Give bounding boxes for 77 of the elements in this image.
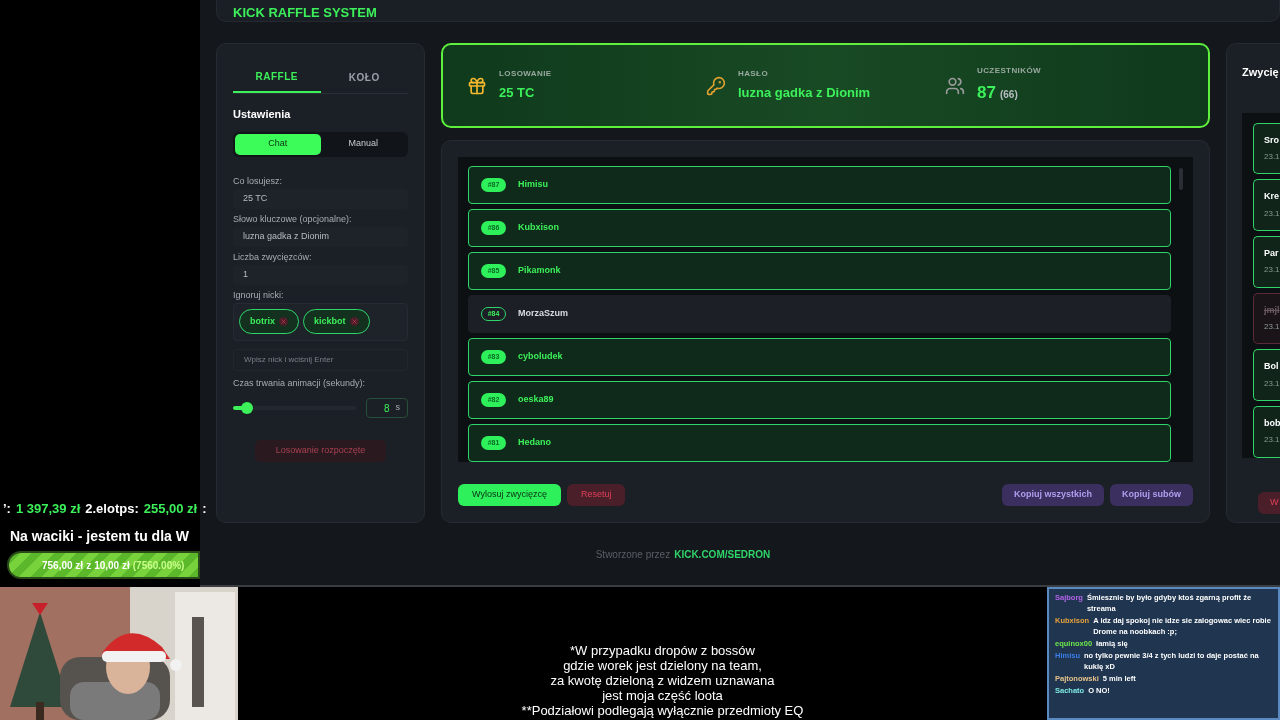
winner-date: 23.1	[1264, 434, 1280, 447]
winner-card[interactable]: Bol 23.1	[1253, 349, 1280, 401]
ticker-label: :	[202, 499, 207, 518]
stat-value: 25 TC	[499, 84, 535, 103]
ticker-label: ’:	[3, 499, 11, 518]
stat-label: HASŁO	[738, 68, 769, 81]
winner-date: 23.1	[1264, 321, 1280, 334]
footer-link[interactable]: KICK.COM/SEDRON	[674, 547, 771, 562]
winner-card[interactable]: jmjl 23.1	[1253, 292, 1280, 345]
settings-title: Ustawienia	[233, 107, 292, 122]
people-icon	[945, 75, 965, 96]
field-label: Ignoruj nicki:	[233, 288, 285, 302]
winner-card[interactable]: Par 23.1	[1253, 235, 1280, 288]
winner-name: bob	[1264, 416, 1280, 430]
duration-unit: s	[395, 401, 400, 415]
participant-name: Hedano	[518, 436, 551, 450]
field-label: Liczba zwycięzców:	[233, 250, 313, 264]
goal-current: 756,00 zł	[42, 558, 84, 573]
ticker-label: 2.elotps:	[85, 499, 139, 518]
ticker-amount: 1 397,39 zł	[15, 499, 81, 518]
nick-input[interactable]: Wpisz nick i wciśnij Enter	[233, 348, 408, 371]
duration-value: 8	[383, 401, 390, 416]
slider-thumb[interactable]	[240, 402, 253, 414]
winner-card[interactable]: Kre 23.1	[1253, 179, 1280, 231]
footer-text: Stworzone przez	[595, 548, 671, 562]
winner-date: 23.1	[1264, 207, 1280, 220]
winner-name: Bol	[1264, 360, 1280, 374]
winner-card[interactable]: bob 23.1	[1253, 405, 1280, 458]
stat-value: luzna gadka z Dionim	[738, 84, 871, 103]
subtitle-line: gdzie worek jest dzielony na team,	[563, 658, 762, 673]
field-label: Czas trwania animacji (sekundy):	[233, 376, 367, 390]
goal-title: Na waciki - jestem tu dla W	[9, 527, 190, 546]
nick-tag: botrix	[239, 309, 299, 334]
participant-name: Himisu	[518, 178, 548, 192]
draw-button[interactable]: Wylosuj zwycięzcę	[458, 484, 561, 506]
winner-name: Par	[1264, 246, 1280, 260]
app-title: KICK RAFFLE SYSTEM	[233, 6, 377, 19]
key-icon	[706, 75, 726, 96]
winner-date: 23.1	[1264, 151, 1280, 164]
mode-option[interactable]: Chat	[235, 133, 321, 155]
tab[interactable]: RAFFLE	[233, 62, 321, 93]
winner-name: jmjl	[1264, 303, 1280, 317]
participant-name: oeska89	[518, 393, 554, 407]
ticker-amount: 255,00 zł	[143, 499, 198, 518]
participant-name: cyboludek	[518, 350, 563, 364]
winner-card[interactable]: Sro 23.1	[1253, 122, 1280, 175]
goal-of: z	[86, 558, 92, 573]
subtitle-line: za kwotę dzieloną z widzem uznawana	[550, 673, 775, 688]
field-label: Co losujesz:	[233, 174, 284, 188]
copy-button[interactable]: Kopiuj wszystkich	[1001, 484, 1104, 506]
copy-button[interactable]: Kopiuj subów	[1110, 484, 1193, 506]
stat-value: 87	[977, 82, 996, 105]
remove-icon[interactable]	[279, 317, 288, 326]
winners-title: Zwycię	[1242, 65, 1280, 80]
winner-name: Sro	[1264, 133, 1280, 147]
gift-icon	[467, 75, 487, 96]
scrollbar[interactable]	[1179, 168, 1183, 190]
participant-name: Pikamonk	[518, 264, 561, 278]
mode-option[interactable]: Manual	[320, 133, 406, 155]
participant-name: Kubxison	[518, 221, 559, 235]
remove-icon[interactable]	[349, 317, 359, 326]
subtitle-line: *W przypadku dropów z bossów	[570, 643, 755, 658]
field-label: Słowo kluczowe (opcjonalne):	[233, 212, 353, 226]
duration-field[interactable]: 8 s	[366, 398, 408, 418]
goal-target: 10,00 zł	[94, 558, 130, 573]
stat-label: UCZESTNIKÓW	[977, 65, 1041, 78]
winner-date: 23.1	[1264, 377, 1280, 390]
goal-percent: (7560.00%)	[132, 558, 185, 573]
subtitle-line: **Podziałowi podlegają wyłącznie przedmioty EQ	[521, 703, 804, 718]
winner-name: Kre	[1264, 190, 1280, 204]
stat-extra: (66)	[999, 88, 1018, 103]
nick-tag: kickbot	[303, 309, 370, 334]
participant-name: MorzaSzum	[518, 307, 568, 321]
tab[interactable]: KOŁO	[320, 62, 408, 93]
winner-date: 23.1	[1264, 264, 1280, 277]
stat-label: LOSOWANIE	[499, 68, 552, 81]
subtitle-line: jest moja część loota	[602, 688, 723, 703]
